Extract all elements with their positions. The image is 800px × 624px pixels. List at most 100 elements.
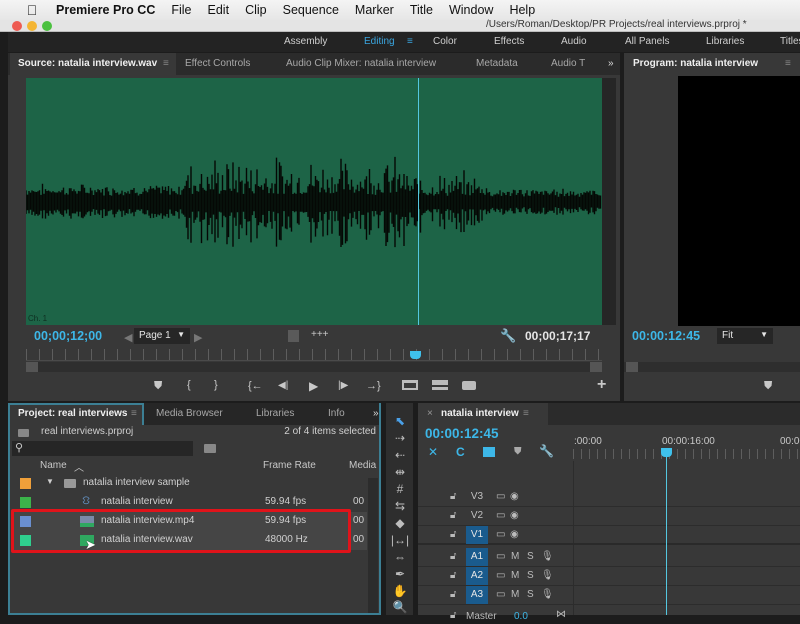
microphone-icon[interactable]: 🎙︎ bbox=[541, 551, 554, 562]
workspace-effects[interactable]: Effects bbox=[494, 36, 524, 47]
page-select[interactable]: Page 1 ▼ bbox=[134, 328, 190, 344]
workspace-assembly[interactable]: Assembly bbox=[284, 36, 327, 47]
slide-tool-icon[interactable]: ⇔ bbox=[390, 550, 410, 564]
step-back-icon[interactable]: ◀| bbox=[278, 380, 288, 391]
scrollbar-handle-left[interactable] bbox=[26, 362, 38, 372]
slip-tool-icon[interactable]: |↔| bbox=[390, 533, 410, 547]
microphone-icon[interactable]: 🎙︎ bbox=[541, 570, 554, 581]
eye-icon[interactable]: ◉ bbox=[510, 491, 519, 502]
workspace-editing[interactable]: Editing bbox=[364, 36, 395, 47]
insert-icon[interactable] bbox=[402, 380, 418, 390]
lock-icon[interactable]: 🔓︎ bbox=[450, 491, 456, 502]
microphone-icon[interactable]: 🎙︎ bbox=[541, 589, 554, 600]
sync-lock-icon[interactable]: ▭ bbox=[496, 510, 505, 521]
program-tab-menu-icon[interactable]: ≡ bbox=[785, 58, 791, 69]
label-color-swatch[interactable] bbox=[20, 478, 31, 489]
sync-lock-icon[interactable]: ▭ bbox=[496, 551, 505, 562]
source-playhead-line[interactable] bbox=[417, 78, 419, 325]
sort-ascending-icon[interactable]: ︿ bbox=[74, 459, 84, 474]
tab-audio-clip-mixer[interactable]: Audio Clip Mixer: natalia interview bbox=[286, 58, 436, 69]
lock-icon[interactable]: 🔓︎ bbox=[450, 529, 456, 540]
workspace-titles[interactable]: Titles bbox=[780, 36, 800, 47]
source-current-timecode[interactable]: 00;00;12;00 bbox=[34, 329, 102, 343]
scrollbar-handle-right[interactable] bbox=[590, 362, 602, 372]
zoom-level-select[interactable]: Fit ▼ bbox=[717, 328, 773, 344]
track-a2[interactable]: 🔓︎ A2 ▭ M S 🎙︎ bbox=[418, 567, 800, 586]
sync-lock-icon[interactable]: ▭ bbox=[496, 589, 505, 600]
track-a1[interactable]: 🔓︎ A1 ▭ M S 🎙︎ bbox=[418, 548, 800, 567]
tab-menu-icon[interactable]: ≡ bbox=[163, 58, 169, 69]
track-v1[interactable]: 🔓︎ V1 ▭ ◉ bbox=[418, 526, 800, 545]
tab-metadata[interactable]: Metadata bbox=[476, 58, 518, 69]
timeline-settings-wrench-icon[interactable]: 🔧 bbox=[539, 444, 554, 458]
menu-clip[interactable]: Clip bbox=[245, 3, 267, 17]
razor-tool-icon[interactable]: ◆ bbox=[390, 516, 410, 530]
export-frame-camera-icon[interactable] bbox=[462, 381, 476, 390]
workspace-audio[interactable]: Audio bbox=[561, 36, 587, 47]
linked-selection-icon[interactable] bbox=[483, 447, 495, 457]
audio-scrub-icon[interactable]: +++ bbox=[311, 329, 329, 340]
scrollbar-handle-left[interactable] bbox=[626, 362, 638, 372]
lock-icon[interactable]: 🔓︎ bbox=[450, 551, 456, 562]
menu-sequence[interactable]: Sequence bbox=[283, 3, 339, 17]
add-marker-icon[interactable]: ⛊ bbox=[154, 380, 162, 393]
column-name[interactable]: Name bbox=[40, 460, 67, 471]
master-volume-value[interactable]: 0.0 bbox=[514, 611, 528, 622]
track-name[interactable]: V1 bbox=[466, 526, 488, 544]
panel-overflow-icon[interactable]: » bbox=[608, 58, 614, 69]
sync-lock-icon[interactable]: ▭ bbox=[496, 529, 505, 540]
hand-tool-icon[interactable]: ✋ bbox=[390, 584, 410, 598]
mute-button[interactable]: M bbox=[511, 551, 519, 562]
program-video-display[interactable] bbox=[678, 76, 800, 326]
workspace-menu-icon[interactable]: ≡ bbox=[407, 36, 413, 47]
track-v3[interactable]: 🔓︎ V3 ▭ ◉ bbox=[418, 488, 800, 507]
page-prev-icon[interactable]: ◀ bbox=[124, 331, 132, 344]
drop-frame-icon[interactable] bbox=[288, 330, 299, 342]
go-to-in-icon[interactable]: {← bbox=[248, 380, 263, 392]
new-bin-icon[interactable] bbox=[204, 444, 216, 453]
track-name[interactable]: A3 bbox=[466, 586, 488, 604]
rolling-edit-tool-icon[interactable]: # bbox=[390, 482, 410, 496]
mark-out-icon[interactable]: } bbox=[214, 379, 218, 391]
lock-icon[interactable]: 🔓︎ bbox=[450, 610, 456, 621]
disclosure-triangle-icon[interactable]: ▼ bbox=[46, 477, 54, 486]
nest-sequence-icon[interactable]: ✕ bbox=[428, 445, 438, 459]
tab-media-browser[interactable]: Media Browser bbox=[156, 408, 223, 419]
timeline-playhead-line[interactable] bbox=[666, 457, 667, 615]
timeline-time-ruler[interactable] bbox=[573, 449, 800, 459]
tab-effect-controls[interactable]: Effect Controls bbox=[185, 58, 250, 69]
project-overflow-icon[interactable]: » bbox=[373, 408, 379, 419]
lock-icon[interactable]: 🔓︎ bbox=[450, 510, 456, 521]
program-add-marker-icon[interactable]: ⛊ bbox=[764, 380, 772, 393]
menu-help[interactable]: Help bbox=[509, 3, 535, 17]
tab-project[interactable]: Project: real interviews bbox=[18, 408, 128, 419]
source-playhead-marker[interactable] bbox=[410, 351, 421, 359]
source-time-ruler[interactable] bbox=[26, 349, 602, 361]
column-media[interactable]: Media bbox=[349, 460, 376, 471]
lock-icon[interactable]: 🔓︎ bbox=[450, 589, 456, 600]
snap-magnet-icon[interactable]: C bbox=[456, 445, 465, 459]
menu-file[interactable]: File bbox=[171, 3, 191, 17]
minimize-window-button[interactable] bbox=[27, 21, 37, 31]
play-icon[interactable]: ▶ bbox=[309, 379, 318, 393]
track-name[interactable]: A1 bbox=[466, 548, 488, 566]
column-frame-rate[interactable]: Frame Rate bbox=[263, 460, 316, 471]
project-search-input[interactable]: ⚲ bbox=[12, 441, 193, 456]
solo-button[interactable]: S bbox=[527, 551, 534, 562]
ripple-edit-tool-icon[interactable]: ⇹ bbox=[390, 465, 410, 479]
workspace-color[interactable]: Color bbox=[433, 36, 457, 47]
tab-source[interactable]: Source: natalia interview.wav bbox=[18, 58, 157, 69]
overwrite-icon[interactable] bbox=[432, 380, 448, 390]
workspace-libraries[interactable]: Libraries bbox=[706, 36, 744, 47]
lock-icon[interactable]: 🔓︎ bbox=[450, 570, 456, 581]
list-item-bin[interactable]: ▼ natalia interview sample bbox=[12, 474, 367, 493]
add-marker-icon[interactable]: ⛊ bbox=[514, 446, 522, 457]
add-button-icon[interactable]: + bbox=[597, 376, 606, 394]
menu-window[interactable]: Window bbox=[449, 3, 493, 17]
selection-tool-icon[interactable]: ⬉ bbox=[390, 414, 410, 428]
page-next-icon[interactable]: ▶ bbox=[194, 331, 202, 344]
mute-button[interactable]: M bbox=[511, 570, 519, 581]
track-name[interactable]: V2 bbox=[466, 507, 488, 525]
program-current-timecode[interactable]: 00:00:12:45 bbox=[632, 329, 700, 343]
tab-audio-track-mixer[interactable]: Audio T bbox=[551, 58, 585, 69]
